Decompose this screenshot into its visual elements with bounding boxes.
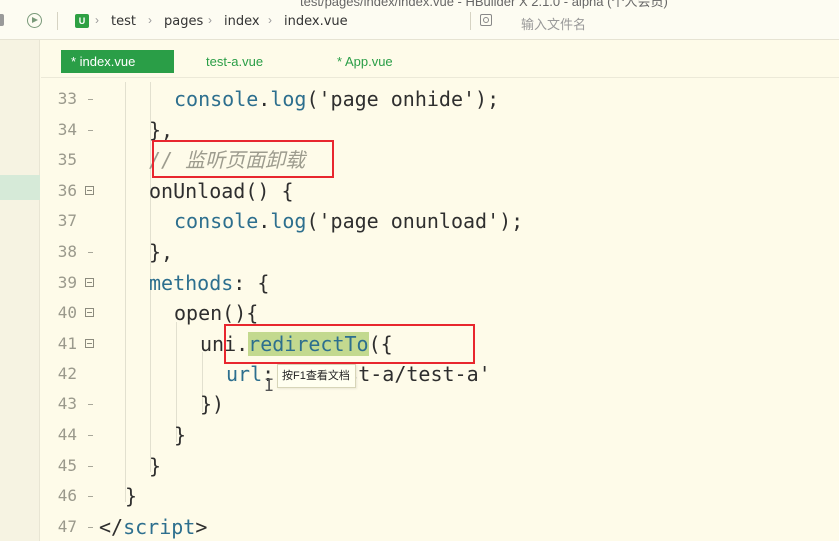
line-number: 44 [57,425,77,444]
line-number: 47 [57,517,77,536]
code-line: 36 onUnload() { [41,176,839,206]
toolbar-divider [57,12,58,30]
breadcrumb-item-file[interactable]: index.vue [284,14,348,29]
line-number: 43 [57,394,77,413]
line-number: 40 [57,303,77,322]
editor-tab-bar: * index.vue test-a.vue * App.vue [41,44,839,78]
fold-dash [88,404,93,405]
tab-test-a-vue[interactable]: test-a.vue [206,50,263,73]
fold-dash [88,99,93,100]
line-number: 46 [57,486,77,505]
code-line: 33 console.log('page onhide'); [41,84,839,114]
hover-tooltip: 按F1查看文档 [277,364,356,388]
run-icon[interactable] [27,13,42,28]
code-line: 39 methods: { [41,268,839,298]
line-number: 41 [57,334,77,353]
line-number: 34 [57,120,77,139]
code-text: } [125,484,138,508]
line-number: 39 [57,273,77,292]
chevron-right-icon: › [268,13,272,27]
fold-dash [88,130,93,131]
fold-dash [88,496,93,497]
left-sidebar-strip [0,40,40,541]
window-title: test/pages/index/index.vue - HBuilder X … [300,0,668,9]
line-number: 33 [57,89,77,108]
file-search-input[interactable]: 输入文件名 [521,14,586,33]
code-line: 43 }) [41,389,839,419]
text-cursor-icon: I [264,376,275,396]
search-icon[interactable] [480,14,494,28]
breadcrumb-item-test[interactable]: test [111,14,136,29]
annotation-box-comment [152,140,334,178]
code-text: }) [200,392,225,416]
fold-toggle[interactable] [85,186,94,195]
code-text: open(){ [174,301,259,325]
line-number: 37 [57,211,77,230]
chevron-right-icon: › [208,13,212,27]
code-text: } [174,423,187,447]
code-text: console.log('page onhide'); [174,87,500,111]
fold-dash [88,527,93,528]
code-line: 38 }, [41,237,839,267]
code-line: 44 } [41,420,839,450]
line-number: 35 [57,150,77,169]
line-number: 36 [57,181,77,200]
toolbar-divider [470,12,471,30]
toolbar: test/pages/index/index.vue - HBuilder X … [0,0,839,40]
fold-dash [88,466,93,467]
line-number: 42 [57,364,77,383]
fold-toggle[interactable] [85,308,94,317]
chevron-right-icon: › [148,13,152,27]
code-text: methods: { [149,271,270,295]
breadcrumb-item-index[interactable]: index [224,14,260,29]
code-text: </script> [99,515,208,539]
fold-dash [88,252,93,253]
active-project-marker [0,175,40,200]
chevron-right-icon: › [95,13,99,27]
vue-file-icon: U [75,14,89,28]
code-text: } [149,454,162,478]
code-text: }, [149,240,174,264]
breadcrumb-item-pages[interactable]: pages [164,14,203,29]
annotation-box-redirect [224,324,475,364]
tab-app-vue[interactable]: * App.vue [337,50,393,73]
sidebar-toggle-handle[interactable] [0,14,4,26]
code-line: 46 } [41,481,839,511]
code-text: console.log('page onunload'); [174,209,524,233]
code-line: 47 </script> [41,512,839,541]
line-number: 45 [57,456,77,475]
tab-index-vue[interactable]: * index.vue [61,50,174,73]
code-text: onUnload() { [149,179,294,203]
code-line: 37 console.log('page onunload'); [41,206,839,236]
fold-dash [88,435,93,436]
fold-toggle[interactable] [85,278,94,287]
line-number: 38 [57,242,77,261]
fold-toggle[interactable] [85,339,94,348]
code-line: 45 } [41,451,839,481]
